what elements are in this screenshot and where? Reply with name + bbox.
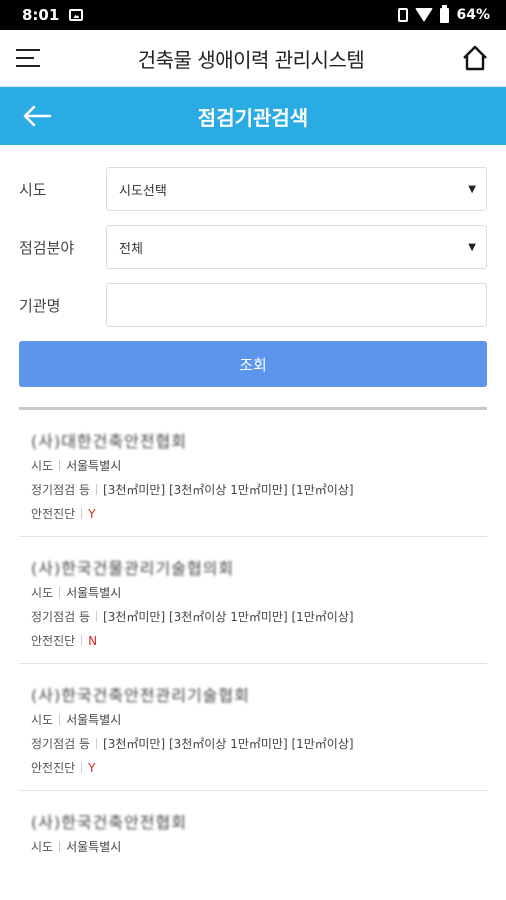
sido-label: 시도 bbox=[19, 180, 47, 199]
org-name: (사)한국건물관리기술협의회 bbox=[31, 559, 235, 577]
sido-value: 서울특별시 bbox=[66, 840, 122, 854]
app-title: 건축물 생애이력 관리시스템 bbox=[137, 47, 365, 72]
sido-value: 서울특별시 bbox=[66, 459, 122, 473]
org-name-input[interactable] bbox=[106, 283, 487, 327]
menu-icon[interactable] bbox=[16, 48, 42, 68]
safety-key: 안전진단 bbox=[31, 507, 76, 521]
sido-value: 서울특별시 bbox=[66, 713, 122, 727]
inspect-key: 정기점검 등 bbox=[31, 483, 91, 497]
safety-value: N bbox=[88, 633, 98, 648]
org-name: (사)한국건축안전협회 bbox=[31, 813, 187, 831]
org-name: (사)한국건축안전관리기술협회 bbox=[31, 686, 250, 704]
safety-key: 안전진단 bbox=[31, 761, 76, 775]
battery-percent: 64% bbox=[456, 7, 490, 23]
list-item[interactable]: (사)한국건축안전협회 시도 서울특별시 bbox=[19, 791, 487, 869]
field-select[interactable]: 전체 ▼ bbox=[106, 225, 487, 269]
app-bar: 건축물 생애이력 관리시스템 bbox=[0, 30, 506, 87]
sido-value: 서울특별시 bbox=[66, 586, 122, 600]
battery-icon bbox=[440, 4, 450, 23]
sido-select-value: 시도선택 bbox=[119, 183, 167, 199]
org-name-label: 기관명 bbox=[19, 296, 61, 315]
list-item[interactable]: (사)대한건축안전협회 시도 서울특별시 정기점검 등 [3천㎡미만] [3천㎡이상… bbox=[19, 410, 487, 537]
list-item[interactable]: (사)한국건물관리기술협의회 시도 서울특별시 정기점검 등 [3천㎡미만] [3천… bbox=[19, 537, 487, 664]
home-icon[interactable] bbox=[460, 43, 490, 73]
image-notification-icon bbox=[69, 9, 84, 21]
page-header: 점검기관검색 bbox=[0, 87, 506, 145]
org-name: (사)대한건축안전협회 bbox=[31, 432, 187, 450]
status-time: 8:01 bbox=[22, 6, 60, 24]
sido-select[interactable]: 시도선택 ▼ bbox=[106, 167, 487, 211]
wifi-icon bbox=[415, 8, 434, 22]
search-form: 시도 시도선택 ▼ 점검분야 전체 ▼ 기관명 조회 bbox=[0, 145, 506, 387]
sido-key: 시도 bbox=[31, 586, 54, 600]
inspect-value: [3천㎡미만] [3천㎡이상 1만㎡미만] [1만㎡이상] bbox=[103, 737, 354, 751]
inspect-key: 정기점검 등 bbox=[31, 737, 91, 751]
field-label: 점검분야 bbox=[19, 238, 75, 257]
safety-key: 안전진단 bbox=[31, 634, 76, 648]
status-bar: 8:01 64% bbox=[0, 0, 506, 30]
dropdown-arrow-icon: ▼ bbox=[468, 241, 476, 253]
search-button[interactable]: 조회 bbox=[19, 341, 487, 387]
safety-value: Y bbox=[88, 506, 96, 521]
sido-key: 시도 bbox=[31, 459, 54, 473]
inspect-value: [3천㎡미만] [3천㎡이상 1만㎡미만] [1만㎡이상] bbox=[103, 483, 354, 497]
dropdown-arrow-icon: ▼ bbox=[468, 183, 476, 195]
list-item[interactable]: (사)한국건축안전관리기술협회 시도 서울특별시 정기점검 등 [3천㎡미만] [3… bbox=[19, 664, 487, 791]
page-title: 점검기관검색 bbox=[197, 105, 309, 130]
result-list: (사)대한건축안전협회 시도 서울특별시 정기점검 등 [3천㎡미만] [3천㎡이상… bbox=[0, 410, 506, 869]
inspect-value: [3천㎡미만] [3천㎡이상 1만㎡미만] [1만㎡이상] bbox=[103, 610, 354, 624]
sido-key: 시도 bbox=[31, 713, 54, 727]
vibrate-icon bbox=[398, 8, 409, 22]
back-arrow-icon[interactable] bbox=[22, 104, 52, 128]
safety-value: Y bbox=[88, 760, 96, 775]
sido-key: 시도 bbox=[31, 840, 54, 854]
inspect-key: 정기점검 등 bbox=[31, 610, 91, 624]
field-select-value: 전체 bbox=[119, 241, 143, 257]
